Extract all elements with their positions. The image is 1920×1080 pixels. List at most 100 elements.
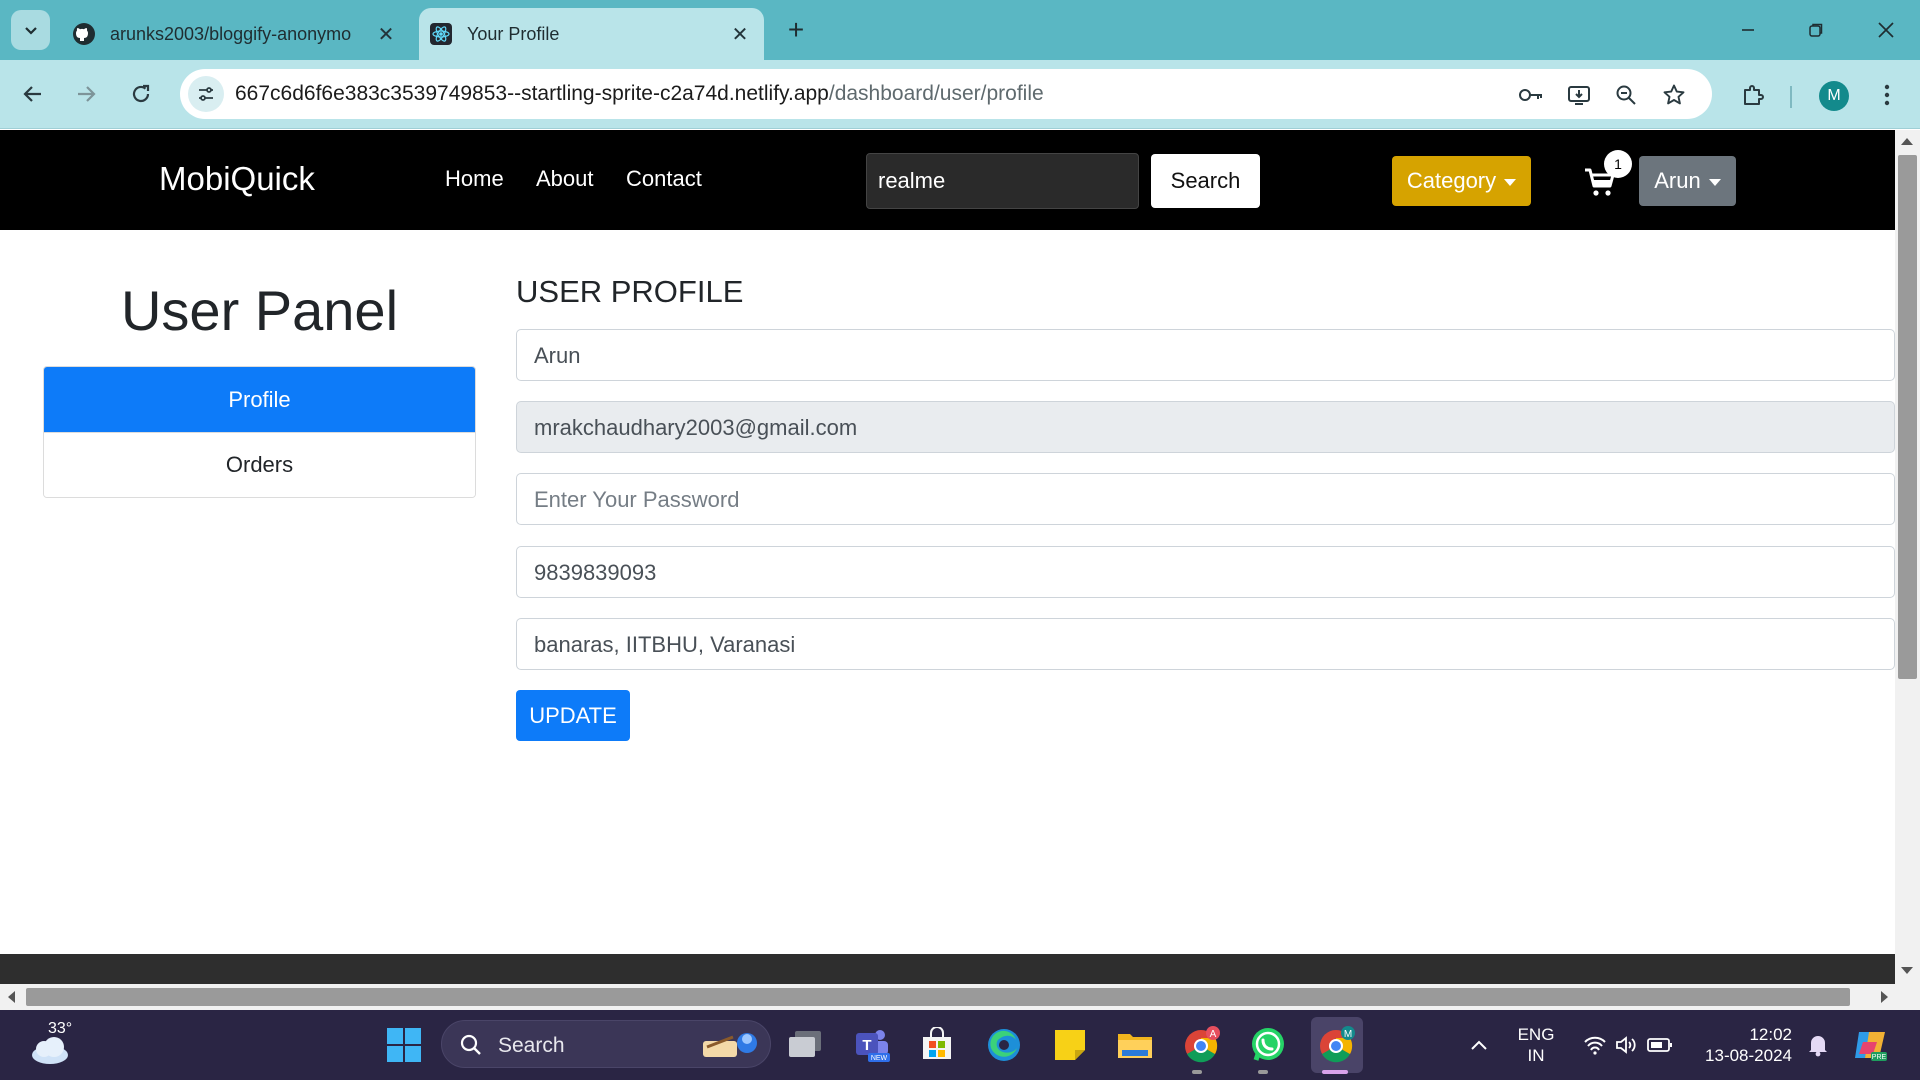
copilot-button[interactable]: PRE xyxy=(1846,1021,1894,1069)
language-indicator[interactable]: ENG IN xyxy=(1510,1024,1562,1066)
zoom-out-icon xyxy=(1616,85,1636,105)
browser-tab-github[interactable]: arunks2003/bloggify-anonymo ✕ xyxy=(62,8,410,60)
extensions-button[interactable] xyxy=(1738,80,1768,110)
url-host: 667c6d6f6e383c3539749853--startling-spri… xyxy=(235,82,829,105)
horizontal-scroll-thumb[interactable] xyxy=(26,988,1850,1006)
folder-icon xyxy=(1118,1034,1152,1058)
menu-item-profile[interactable]: Profile xyxy=(44,367,475,432)
tab-title: arunks2003/bloggify-anonymo xyxy=(110,23,352,44)
category-dropdown[interactable]: Category xyxy=(1392,156,1531,206)
search-highlight-icon xyxy=(703,1033,757,1057)
nav-link-home[interactable]: Home xyxy=(445,166,504,192)
svg-text:A: A xyxy=(1210,1029,1217,1040)
name-field[interactable]: Arun xyxy=(516,329,1895,381)
taskbar-search-label: Search xyxy=(498,1034,565,1057)
category-label: Category xyxy=(1406,168,1497,193)
bookmark-button[interactable] xyxy=(1660,81,1688,109)
restore-button[interactable] xyxy=(1796,12,1836,48)
chevron-up-icon xyxy=(1471,1040,1487,1050)
file-explorer-app[interactable] xyxy=(1111,1021,1159,1069)
arrow-left-icon xyxy=(23,86,41,102)
browser-menu-button[interactable] xyxy=(1872,80,1902,110)
user-panel-title: User Panel xyxy=(120,279,399,342)
close-window-button[interactable] xyxy=(1866,12,1906,48)
close-tab-icon[interactable]: ✕ xyxy=(372,20,400,48)
show-hidden-icons-button[interactable] xyxy=(1455,1021,1503,1069)
url-text: 667c6d6f6e383c3539749853--startling-spri… xyxy=(235,82,1044,106)
svg-text:M: M xyxy=(1344,1029,1352,1040)
task-view-icon xyxy=(789,1031,821,1057)
restore-icon xyxy=(1809,23,1823,37)
clock-time: 12:02 xyxy=(1749,1025,1792,1044)
user-dropdown[interactable]: Arun xyxy=(1639,156,1736,206)
install-app-button[interactable] xyxy=(1565,81,1593,109)
profile-avatar[interactable]: M xyxy=(1819,81,1849,111)
app-running-indicator xyxy=(1192,1070,1202,1074)
taskbar-search-box[interactable]: Search xyxy=(441,1020,771,1068)
browser-tab-strip: arunks2003/bloggify-anonymo ✕ Your Profi… xyxy=(0,0,1920,60)
clock[interactable]: 12:02 13-08-2024 xyxy=(1696,1024,1792,1066)
svg-text:PRE: PRE xyxy=(1872,1054,1887,1061)
new-tab-button[interactable]: + xyxy=(780,14,812,46)
phone-field[interactable]: 9839839093 xyxy=(516,546,1895,598)
svg-text:T: T xyxy=(862,1037,871,1054)
microsoft-store-app[interactable] xyxy=(913,1021,961,1069)
zoom-button[interactable] xyxy=(1612,81,1640,109)
scroll-right-arrow-icon[interactable] xyxy=(1881,991,1888,1003)
teams-app[interactable]: T NEW xyxy=(848,1021,896,1069)
task-view-button[interactable] xyxy=(781,1021,829,1069)
chevron-down-icon xyxy=(24,27,37,35)
update-button[interactable]: UPDATE xyxy=(516,690,630,741)
toolbar-divider xyxy=(1790,86,1792,108)
github-icon xyxy=(72,22,96,46)
site-search-button[interactable]: Search xyxy=(1151,154,1260,208)
tab-search-button[interactable] xyxy=(11,10,50,50)
minimize-button[interactable] xyxy=(1728,12,1768,48)
browser-tab-your-profile[interactable]: Your Profile ✕ xyxy=(419,8,764,60)
star-icon xyxy=(1663,84,1685,105)
menu-item-orders[interactable]: Orders xyxy=(44,432,475,497)
password-field[interactable]: Enter Your Password xyxy=(516,473,1895,525)
whatsapp-app[interactable] xyxy=(1244,1021,1292,1069)
tab-title: Your Profile xyxy=(467,23,560,44)
forward-button[interactable] xyxy=(68,76,104,112)
sticky-notes-app[interactable] xyxy=(1046,1021,1094,1069)
svg-text:NEW: NEW xyxy=(871,1055,888,1062)
site-search-input[interactable]: realme xyxy=(866,153,1139,209)
close-icon xyxy=(1878,22,1894,38)
chrome-profile-m-app[interactable]: M xyxy=(1311,1017,1363,1073)
chrome-icon: M xyxy=(1320,1026,1355,1063)
user-panel-menu: Profile Orders xyxy=(43,366,476,498)
email-field[interactable]: mrakchaudhary2003@gmail.com xyxy=(516,401,1895,453)
address-bar[interactable]: 667c6d6f6e383c3539749853--startling-spri… xyxy=(180,69,1712,119)
arrow-right-icon xyxy=(78,86,96,102)
reload-icon xyxy=(132,84,150,103)
start-button[interactable] xyxy=(380,1021,428,1069)
weather-temperature: 33° xyxy=(48,1020,73,1037)
nav-link-contact[interactable]: Contact xyxy=(626,166,702,192)
address-field[interactable]: banaras, IITBHU, Varanasi xyxy=(516,618,1895,670)
install-icon xyxy=(1568,86,1590,105)
back-button[interactable] xyxy=(15,76,51,112)
copilot-icon: PRE xyxy=(1855,1032,1887,1061)
chrome-profile-a-app[interactable]: A xyxy=(1178,1021,1226,1069)
site-settings-button[interactable] xyxy=(188,76,224,112)
url-path: /dashboard/user/profile xyxy=(828,82,1044,105)
brand-logo[interactable]: MobiQuick xyxy=(159,160,315,198)
search-icon xyxy=(460,1034,481,1055)
reload-button[interactable] xyxy=(123,76,159,112)
cart-count-badge: 1 xyxy=(1604,150,1632,178)
notifications-button[interactable] xyxy=(1796,1021,1840,1069)
nav-link-about[interactable]: About xyxy=(536,166,594,192)
scroll-left-arrow-icon[interactable] xyxy=(8,991,15,1003)
edge-app[interactable] xyxy=(980,1021,1028,1069)
language-code: ENG xyxy=(1517,1025,1555,1044)
quick-settings-button[interactable] xyxy=(1568,1021,1688,1069)
scroll-down-arrow-icon[interactable] xyxy=(1901,967,1913,974)
vertical-scroll-thumb[interactable] xyxy=(1898,155,1917,679)
clock-date: 13-08-2024 xyxy=(1705,1046,1792,1065)
scroll-up-arrow-icon[interactable] xyxy=(1901,138,1913,145)
close-tab-icon[interactable]: ✕ xyxy=(726,20,754,48)
user-profile-title: USER PROFILE xyxy=(516,274,744,309)
password-key-button[interactable] xyxy=(1517,81,1545,109)
